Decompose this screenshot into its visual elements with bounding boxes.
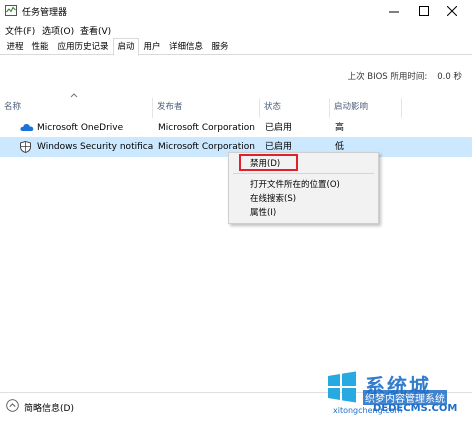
table-row[interactable]: Microsoft OneDrive Microsoft Corporation… bbox=[0, 118, 472, 138]
task-manager-icon bbox=[5, 5, 17, 16]
bios-time-value: 0.0 秒 bbox=[437, 72, 462, 82]
tab-startup[interactable]: 启动 bbox=[113, 38, 139, 56]
shield-icon bbox=[20, 141, 31, 153]
watermark-url-2: xitongcheng.com bbox=[333, 406, 403, 415]
minimize-button[interactable] bbox=[384, 2, 404, 20]
menu-bar: 文件(F) 选项(O) 查看(V) bbox=[0, 22, 472, 38]
row-name: Windows Security notifica... bbox=[37, 142, 153, 152]
context-item-disable[interactable]: 禁用(D) bbox=[250, 157, 280, 169]
watermark-logo: 系统城 织梦内容管理系统 DEDECMS.COM xitongcheng.com bbox=[325, 370, 470, 420]
column-header-publisher[interactable]: 发布者 bbox=[153, 98, 260, 118]
menu-view[interactable]: 查看(V) bbox=[80, 24, 111, 37]
menu-options[interactable]: 选项(O) bbox=[42, 24, 74, 37]
bios-time-label: 上次 BIOS 所用时间: bbox=[347, 72, 428, 82]
row-publisher: Microsoft Corporation bbox=[158, 123, 255, 133]
context-separator bbox=[233, 173, 374, 174]
row-status: 已启用 bbox=[265, 123, 293, 133]
tab-processes[interactable]: 进程 bbox=[3, 40, 27, 55]
column-header-name[interactable]: 名称 bbox=[0, 98, 153, 118]
column-header-status[interactable]: 状态 bbox=[260, 98, 330, 118]
row-name: Microsoft OneDrive bbox=[37, 123, 124, 133]
close-button[interactable] bbox=[442, 2, 462, 20]
close-icon bbox=[447, 6, 457, 16]
tab-details[interactable]: 详细信息 bbox=[165, 40, 207, 55]
title-bar: 任务管理器 bbox=[0, 0, 472, 22]
tab-app-history[interactable]: 应用历史记录 bbox=[54, 40, 112, 55]
context-item-properties[interactable]: 属性(I) bbox=[250, 206, 276, 218]
context-item-open-location[interactable]: 打开文件所在的位置(O) bbox=[250, 178, 340, 190]
fewer-details-link[interactable]: 简略信息(D) bbox=[24, 401, 74, 414]
row-impact: 高 bbox=[335, 123, 345, 133]
chevron-up-circle-icon[interactable] bbox=[6, 399, 19, 412]
tab-performance[interactable]: 性能 bbox=[28, 40, 52, 55]
context-item-search-online[interactable]: 在线搜索(S) bbox=[250, 192, 296, 204]
context-menu: 禁用(D) 打开文件所在的位置(O) 在线搜索(S) 属性(I) bbox=[228, 152, 379, 224]
windows-logo-icon bbox=[328, 371, 356, 403]
menu-file[interactable]: 文件(F) bbox=[5, 24, 35, 37]
maximize-button[interactable] bbox=[414, 2, 434, 20]
minimize-icon bbox=[389, 11, 399, 13]
window-title: 任务管理器 bbox=[22, 8, 68, 18]
tab-users[interactable]: 用户 bbox=[140, 40, 164, 55]
tab-bar: 进程 性能 应用历史记录 启动 用户 详细信息 服务 bbox=[0, 38, 472, 56]
cloud-icon bbox=[20, 124, 34, 131]
maximize-icon bbox=[419, 6, 429, 16]
tab-services[interactable]: 服务 bbox=[208, 40, 232, 55]
bios-time-info: 上次 BIOS 所用时间: 0.0 秒 bbox=[348, 70, 462, 82]
column-header-impact[interactable]: 启动影响 bbox=[330, 98, 402, 118]
